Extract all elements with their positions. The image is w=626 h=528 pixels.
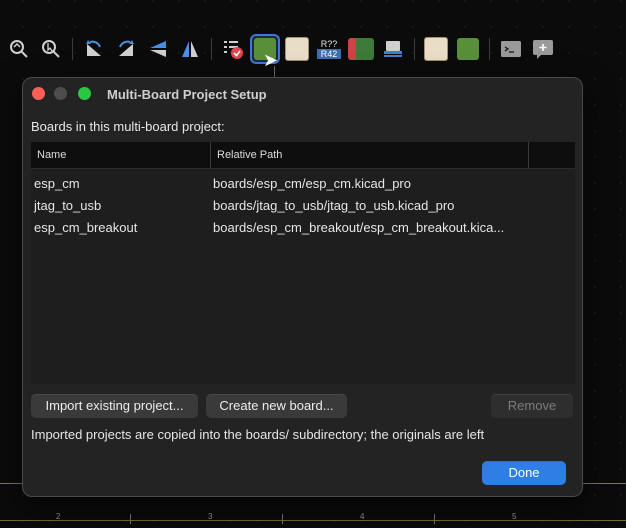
annotate-top-label: R?? bbox=[320, 39, 338, 49]
done-button[interactable]: Done bbox=[482, 461, 566, 485]
board-path: boards/esp_cm/esp_cm.kicad_pro bbox=[213, 176, 411, 191]
toolbar-separator bbox=[489, 38, 490, 60]
ruler-label: 4 bbox=[360, 512, 365, 521]
ruler-tick bbox=[130, 514, 131, 524]
feedback-icon[interactable] bbox=[530, 36, 556, 62]
footprint-chip-icon bbox=[285, 37, 309, 61]
toolbar-separator bbox=[211, 38, 212, 60]
board-path: boards/esp_cm_breakout/esp_cm_breakout.k… bbox=[213, 220, 505, 235]
ruler-label: 2 bbox=[56, 512, 61, 521]
schematic-pcb-icon[interactable] bbox=[348, 36, 374, 62]
import-note: Imported projects are copied into the bo… bbox=[31, 427, 485, 442]
toolbar-separator bbox=[414, 38, 415, 60]
pcb-red-chip-icon bbox=[348, 38, 374, 60]
remove-button[interactable]: Remove bbox=[491, 394, 573, 418]
rotate-ccw-icon[interactable] bbox=[81, 36, 107, 62]
board-name: jtag_to_usb bbox=[34, 198, 102, 213]
zoom-selection-icon[interactable] bbox=[38, 36, 64, 62]
create-new-board-button[interactable]: Create new board... bbox=[206, 394, 347, 418]
zoom-fit-icon[interactable] bbox=[6, 36, 32, 62]
table-row[interactable]: jtag_to_usb boards/jtag_to_usb/jtag_to_u… bbox=[31, 195, 575, 217]
toolbar-separator bbox=[72, 38, 73, 60]
column-header-extra[interactable] bbox=[529, 142, 575, 168]
toolbar: R?? R42 bbox=[0, 32, 626, 66]
terminal-icon[interactable] bbox=[498, 36, 524, 62]
ruler-tick bbox=[282, 514, 283, 524]
mouse-cursor-icon: ➤ bbox=[263, 50, 279, 70]
dialog-title: Multi-Board Project Setup bbox=[107, 87, 267, 102]
ruler-label: 5 bbox=[512, 512, 517, 521]
pcb-editor-icon[interactable] bbox=[455, 36, 481, 62]
rotate-cw-icon[interactable] bbox=[113, 36, 139, 62]
footprint-editor-icon[interactable] bbox=[423, 36, 449, 62]
table-row[interactable]: esp_cm_breakout boards/esp_cm_breakout/e… bbox=[31, 217, 575, 239]
multi-board-setup-dialog: Multi-Board Project Setup Boards in this… bbox=[22, 77, 583, 497]
import-existing-project-button[interactable]: Import existing project... bbox=[31, 394, 198, 418]
column-header-relative-path[interactable]: Relative Path bbox=[211, 142, 529, 168]
close-window-button[interactable] bbox=[32, 87, 45, 100]
mirror-vertical-icon[interactable] bbox=[145, 36, 171, 62]
ruler-tick bbox=[434, 514, 435, 524]
dialog-titlebar[interactable]: Multi-Board Project Setup bbox=[23, 78, 582, 110]
mirror-horizontal-icon[interactable] bbox=[177, 36, 203, 62]
board-name: esp_cm_breakout bbox=[34, 220, 138, 235]
annotate-bottom-label: R42 bbox=[317, 49, 341, 59]
printer-icon[interactable] bbox=[380, 36, 406, 62]
boards-section-label: Boards in this multi-board project: bbox=[31, 119, 225, 134]
column-header-name[interactable]: Name bbox=[31, 142, 211, 168]
checklist-icon[interactable] bbox=[220, 36, 246, 62]
annotate-icon[interactable]: R?? R42 bbox=[316, 36, 342, 62]
board-name: esp_cm bbox=[34, 176, 80, 191]
table-row[interactable]: esp_cm boards/esp_cm/esp_cm.kicad_pro bbox=[31, 173, 575, 195]
footprint-editor-chip-icon bbox=[424, 37, 448, 61]
boards-table[interactable]: Name Relative Path esp_cm boards/esp_cm/… bbox=[31, 142, 575, 384]
minimize-window-button[interactable] bbox=[54, 87, 67, 100]
ruler-baseline bbox=[0, 520, 626, 521]
footprint-assign-icon[interactable] bbox=[284, 36, 310, 62]
zoom-window-button[interactable] bbox=[78, 87, 91, 100]
pcb-editor-chip-icon bbox=[457, 38, 479, 60]
ruler-label: 3 bbox=[208, 512, 213, 521]
table-header: Name Relative Path bbox=[31, 142, 575, 169]
board-path: boards/jtag_to_usb/jtag_to_usb.kicad_pro bbox=[213, 198, 455, 213]
